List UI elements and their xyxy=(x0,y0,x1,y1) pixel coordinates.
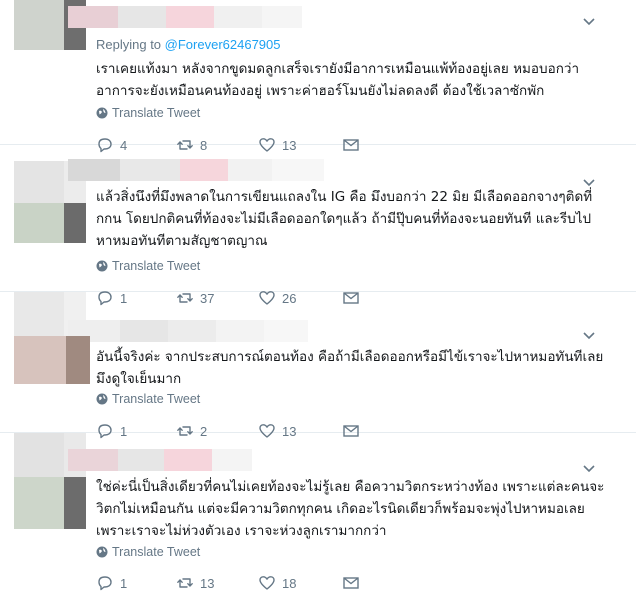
like-button[interactable]: 18 xyxy=(258,574,342,592)
direct-message-button[interactable] xyxy=(342,574,360,592)
tweet-text-line: แล้วสิ่งนึงที่มึงพลาดในการเขียนแถลงใน IG… xyxy=(96,189,593,205)
replying-label: Replying to xyxy=(96,37,162,52)
tweet-text-line: เราเคยแท้งมา หลังจากขูดมดลูกเสร็จเรายังม… xyxy=(96,61,580,77)
globe-icon xyxy=(96,393,108,405)
translate-label: Translate Tweet xyxy=(112,106,201,120)
reply-count: 1 xyxy=(120,575,128,591)
translate-tweet-link[interactable]: Translate Tweet xyxy=(96,392,200,406)
chevron-down-icon[interactable] xyxy=(582,328,596,342)
avatar-blur-lower xyxy=(14,336,90,384)
globe-icon xyxy=(96,107,108,119)
globe-icon xyxy=(96,546,108,558)
tweet-text-line: ใช่ค่ะนี่เป็นสิ่งเดียวที่คนไม่เคยท้องจะไ… xyxy=(96,479,605,495)
translate-tweet-link[interactable]: Translate Tweet xyxy=(96,106,200,120)
replying-to: Replying to @Forever62467905 xyxy=(96,37,281,52)
like-count: 18 xyxy=(282,575,297,591)
tweet[interactable]: อันนี้จริงค่ะ จากประสบการณ์ตอนท้อง คือถ้… xyxy=(0,292,636,439)
message-icon xyxy=(343,577,359,589)
tweet-text-line: อันนี้จริงค่ะ จากประสบการณ์ตอนท้อง คือถ้… xyxy=(96,349,604,365)
avatar-blur xyxy=(14,292,64,342)
tweet-text-line: หาหมอทันทีตามสัญชาตญาณ xyxy=(96,233,268,249)
tweet-text-line: เพราะเราจะไม่ห่วงตัวเอง เราจะห่วงลูกเราม… xyxy=(96,523,387,539)
tweet[interactable]: Replying to @Forever62467905 เราเคยแท้งม… xyxy=(0,0,636,153)
tweet-actions: 1 13 18 xyxy=(96,573,360,592)
retweet-button[interactable]: 13 xyxy=(176,574,258,592)
translate-tweet-link[interactable]: Translate Tweet xyxy=(96,259,200,273)
translate-tweet-link[interactable]: Translate Tweet xyxy=(96,545,200,559)
tweet-text: เราเคยแท้งมา หลังจากขูดมดลูกเสร็จเรายังม… xyxy=(96,58,606,102)
chevron-down-icon[interactable] xyxy=(582,14,596,28)
tweet-text: แล้วสิ่งนึงที่มึงพลาดในการเขียนแถลงใน IG… xyxy=(96,186,606,252)
avatar-blur-lower xyxy=(14,203,86,243)
blurred-username xyxy=(68,449,252,471)
translate-label: Translate Tweet xyxy=(112,259,201,273)
retweet-count: 13 xyxy=(200,575,215,591)
avatar-blur xyxy=(14,0,64,50)
retweet-icon xyxy=(177,578,193,588)
globe-icon xyxy=(96,260,108,272)
tweet-text: อันนี้จริงค่ะ จากประสบการณ์ตอนท้อง คือถ้… xyxy=(96,346,606,390)
reply-icon xyxy=(98,576,112,591)
tweet-text-line: วิตกไม่เหมือนกัน แต่จะมีความวิตกทุกคน เก… xyxy=(96,501,585,517)
blurred-username xyxy=(68,320,308,342)
tweet-text-line: มึงดูใจเย็นมาก xyxy=(96,371,182,387)
replying-handle-link[interactable]: @Forever62467905 xyxy=(165,37,281,52)
blurred-username xyxy=(68,6,302,28)
avatar-blur xyxy=(14,433,64,483)
tweet[interactable]: แล้วสิ่งนึงที่มึงพลาดในการเขียนแถลงใน IG… xyxy=(0,145,636,306)
blurred-username xyxy=(68,159,324,181)
avatar-blur-lower xyxy=(14,477,86,529)
tweet[interactable]: ใช่ค่ะนี่เป็นสิ่งเดียวที่คนไม่เคยท้องจะไ… xyxy=(0,433,636,592)
translate-label: Translate Tweet xyxy=(112,392,201,406)
translate-label: Translate Tweet xyxy=(112,545,201,559)
tweet-text-line: กกน โดยปกติคนที่ท้องจะไม่มีเลือดออกใดๆแล… xyxy=(96,211,592,227)
reply-button[interactable]: 1 xyxy=(96,574,176,592)
tweet-text-line: อาการจะยังเหมือนคนท้องอยู่ เพราะค่าฮอร์โ… xyxy=(96,83,545,99)
chevron-down-icon[interactable] xyxy=(582,461,596,475)
tweet-text: ใช่ค่ะนี่เป็นสิ่งเดียวที่คนไม่เคยท้องจะไ… xyxy=(96,476,606,542)
like-icon xyxy=(259,576,275,590)
